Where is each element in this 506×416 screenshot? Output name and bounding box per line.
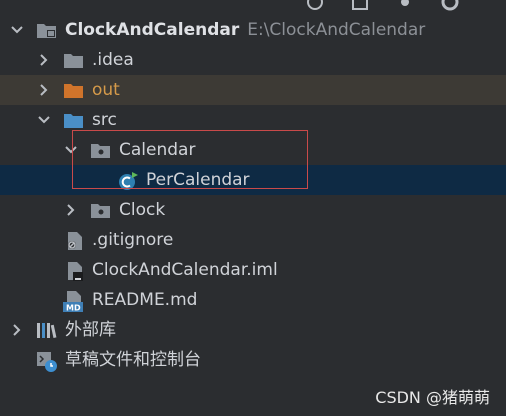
- tree-row-scratches[interactable]: 草稿文件和控制台: [0, 345, 506, 375]
- scratches-icon: [36, 351, 57, 372]
- chevron-right-icon[interactable]: [9, 322, 25, 338]
- highlight-annotation-box: [72, 130, 308, 189]
- markdown-file-icon: MD: [63, 291, 83, 313]
- tree-row-iml[interactable]: ClockAndCalendar.iml: [0, 255, 506, 285]
- file-label: README.md: [92, 290, 198, 310]
- chevron-right-icon[interactable]: [63, 202, 79, 218]
- scratches-label: 草稿文件和控制台: [65, 350, 201, 370]
- folder-label: .idea: [92, 50, 134, 70]
- project-path: E:\ClockAndCalendar: [247, 20, 426, 40]
- project-folder-icon: [36, 21, 56, 39]
- gear-icon[interactable]: [440, 0, 460, 12]
- package-icon: [90, 201, 110, 219]
- tree-row-clock[interactable]: Clock: [0, 195, 506, 225]
- tree-row-readme[interactable]: MD README.md: [0, 285, 506, 315]
- chevron-down-icon[interactable]: [36, 112, 52, 128]
- markdown-badge-text: MD: [66, 304, 81, 313]
- chevron-right-icon[interactable]: [36, 82, 52, 98]
- tree-row-out[interactable]: out: [0, 75, 506, 105]
- folder-label: out: [92, 80, 120, 100]
- project-toolbar: [0, 0, 506, 12]
- package-label: Clock: [119, 200, 166, 220]
- ignore-file-icon: [65, 231, 85, 250]
- library-icon: [36, 321, 57, 339]
- module-file-icon: [65, 261, 85, 281]
- external-libraries-label: 外部库: [65, 320, 116, 340]
- chevron-down-icon[interactable]: [9, 22, 25, 38]
- folder-icon: [63, 51, 83, 69]
- tree-row-idea[interactable]: .idea: [0, 45, 506, 75]
- csdn-watermark: CSDN @猪萌萌: [375, 388, 490, 407]
- project-name: ClockAndCalendar E:\ClockAndCalendar: [65, 20, 426, 40]
- tree-row-root[interactable]: ClockAndCalendar E:\ClockAndCalendar: [0, 15, 506, 45]
- source-folder-icon: [63, 111, 83, 129]
- folder-label: src: [92, 110, 117, 130]
- options-icon[interactable]: [395, 0, 415, 12]
- file-label: .gitignore: [92, 230, 174, 250]
- excluded-folder-icon: [63, 81, 83, 99]
- locate-icon[interactable]: [305, 0, 325, 12]
- file-label: ClockAndCalendar.iml: [92, 260, 278, 280]
- collapse-icon[interactable]: [350, 0, 370, 12]
- chevron-right-icon[interactable]: [36, 52, 52, 68]
- tree-row-gitignore[interactable]: .gitignore: [0, 225, 506, 255]
- tree-row-external-libraries[interactable]: 外部库: [0, 315, 506, 345]
